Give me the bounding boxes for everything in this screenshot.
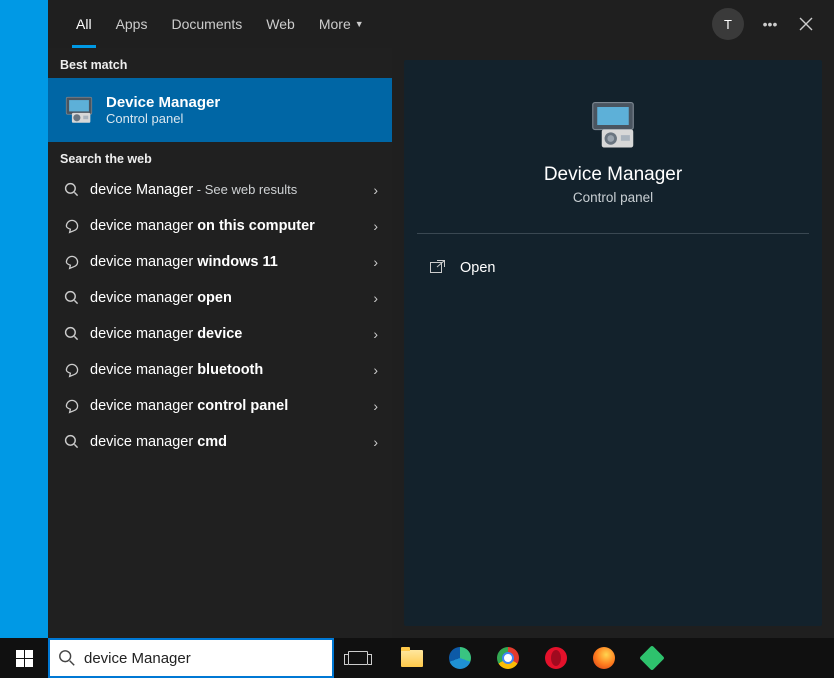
- search-icon: [58, 290, 86, 306]
- action-open[interactable]: Open: [404, 248, 822, 288]
- chevron-down-icon: ▼: [355, 19, 364, 29]
- close-button[interactable]: [788, 6, 824, 42]
- web-result-text: device manager windows 11: [86, 254, 278, 270]
- web-result-text: device manager cmd: [86, 434, 227, 450]
- user-avatar[interactable]: T: [712, 8, 744, 40]
- taskbar-app-firefox[interactable]: [580, 638, 628, 678]
- device-manager-icon: [62, 93, 96, 127]
- search-input[interactable]: [84, 650, 324, 667]
- tab-documents[interactable]: Documents: [159, 0, 254, 48]
- taskbar-app-edge[interactable]: [436, 638, 484, 678]
- result-best-match[interactable]: Device Manager Control panel: [48, 78, 392, 142]
- edge-icon: [449, 647, 471, 669]
- tab-all[interactable]: All: [64, 0, 104, 48]
- chat-icon: [58, 254, 86, 270]
- tab-web[interactable]: Web: [254, 0, 307, 48]
- options-button[interactable]: •••: [752, 6, 788, 42]
- section-search-web: Search the web: [48, 142, 392, 172]
- chevron-right-icon: ›: [373, 434, 378, 450]
- chevron-right-icon: ›: [373, 398, 378, 414]
- chrome-icon: [497, 647, 519, 669]
- ellipsis-icon: •••: [763, 16, 778, 32]
- web-result-row[interactable]: device manager cmd ›: [48, 424, 392, 460]
- action-label: Open: [454, 260, 495, 276]
- web-result-text: device manager open: [86, 290, 232, 306]
- taskbar-app-chrome[interactable]: [484, 638, 532, 678]
- device-manager-icon: [586, 98, 640, 152]
- web-result-row[interactable]: device manager windows 11 ›: [48, 244, 392, 280]
- web-result-row[interactable]: device manager device ›: [48, 316, 392, 352]
- taskbar: [0, 638, 834, 678]
- web-result-text: device manager on this computer: [86, 218, 315, 234]
- web-result-row[interactable]: device manager on this computer ›: [48, 208, 392, 244]
- start-button[interactable]: [0, 638, 48, 678]
- taskbar-app-opera[interactable]: [532, 638, 580, 678]
- taskbar-search-box[interactable]: [48, 638, 334, 678]
- tab-apps[interactable]: Apps: [104, 0, 160, 48]
- web-result-text: device manager bluetooth: [86, 362, 263, 378]
- opera-icon: [545, 647, 567, 669]
- firefox-icon: [593, 647, 615, 669]
- chat-icon: [58, 218, 86, 234]
- taskbar-app-generic[interactable]: [628, 638, 676, 678]
- web-result-text: device Manager - See web results: [86, 182, 297, 198]
- result-subtitle: Control panel: [106, 111, 220, 126]
- web-result-row[interactable]: device Manager - See web results ›: [48, 172, 392, 208]
- folder-icon: [401, 650, 423, 667]
- diamond-icon: [639, 645, 664, 670]
- close-icon: [799, 17, 813, 31]
- search-icon: [58, 434, 86, 450]
- search-icon: [58, 182, 86, 198]
- detail-panel: Device Manager Control panel Open: [404, 60, 822, 626]
- task-view-button[interactable]: [334, 638, 382, 678]
- windows-icon: [16, 650, 33, 667]
- chat-icon: [58, 362, 86, 378]
- tab-more[interactable]: More▼: [307, 0, 376, 48]
- result-title: Device Manager: [106, 94, 220, 111]
- desktop-background: [0, 0, 48, 638]
- filter-tabs: All Apps Documents Web More▼: [48, 0, 376, 48]
- open-icon: [430, 260, 454, 276]
- chevron-right-icon: ›: [373, 326, 378, 342]
- detail-subtitle: Control panel: [573, 190, 653, 205]
- results-list: Best match Device Manager Control panel …: [48, 48, 392, 638]
- web-result-row[interactable]: device manager bluetooth ›: [48, 352, 392, 388]
- taskbar-app-file-explorer[interactable]: [388, 638, 436, 678]
- windows-search-panel: All Apps Documents Web More▼ T ••• Best …: [48, 0, 834, 638]
- taskview-icon: [348, 651, 368, 665]
- chevron-right-icon: ›: [373, 254, 378, 270]
- search-header: All Apps Documents Web More▼ T •••: [48, 0, 834, 48]
- search-icon: [58, 649, 76, 667]
- chevron-right-icon: ›: [373, 362, 378, 378]
- search-icon: [58, 326, 86, 342]
- chat-icon: [58, 398, 86, 414]
- section-best-match: Best match: [48, 48, 392, 78]
- web-result-text: device manager device: [86, 326, 242, 342]
- detail-title: Device Manager: [544, 164, 682, 186]
- chevron-right-icon: ›: [373, 182, 378, 198]
- chevron-right-icon: ›: [373, 290, 378, 306]
- web-result-text: device manager control panel: [86, 398, 288, 414]
- web-result-row[interactable]: device manager control panel ›: [48, 388, 392, 424]
- chevron-right-icon: ›: [373, 218, 378, 234]
- web-result-row[interactable]: device manager open ›: [48, 280, 392, 316]
